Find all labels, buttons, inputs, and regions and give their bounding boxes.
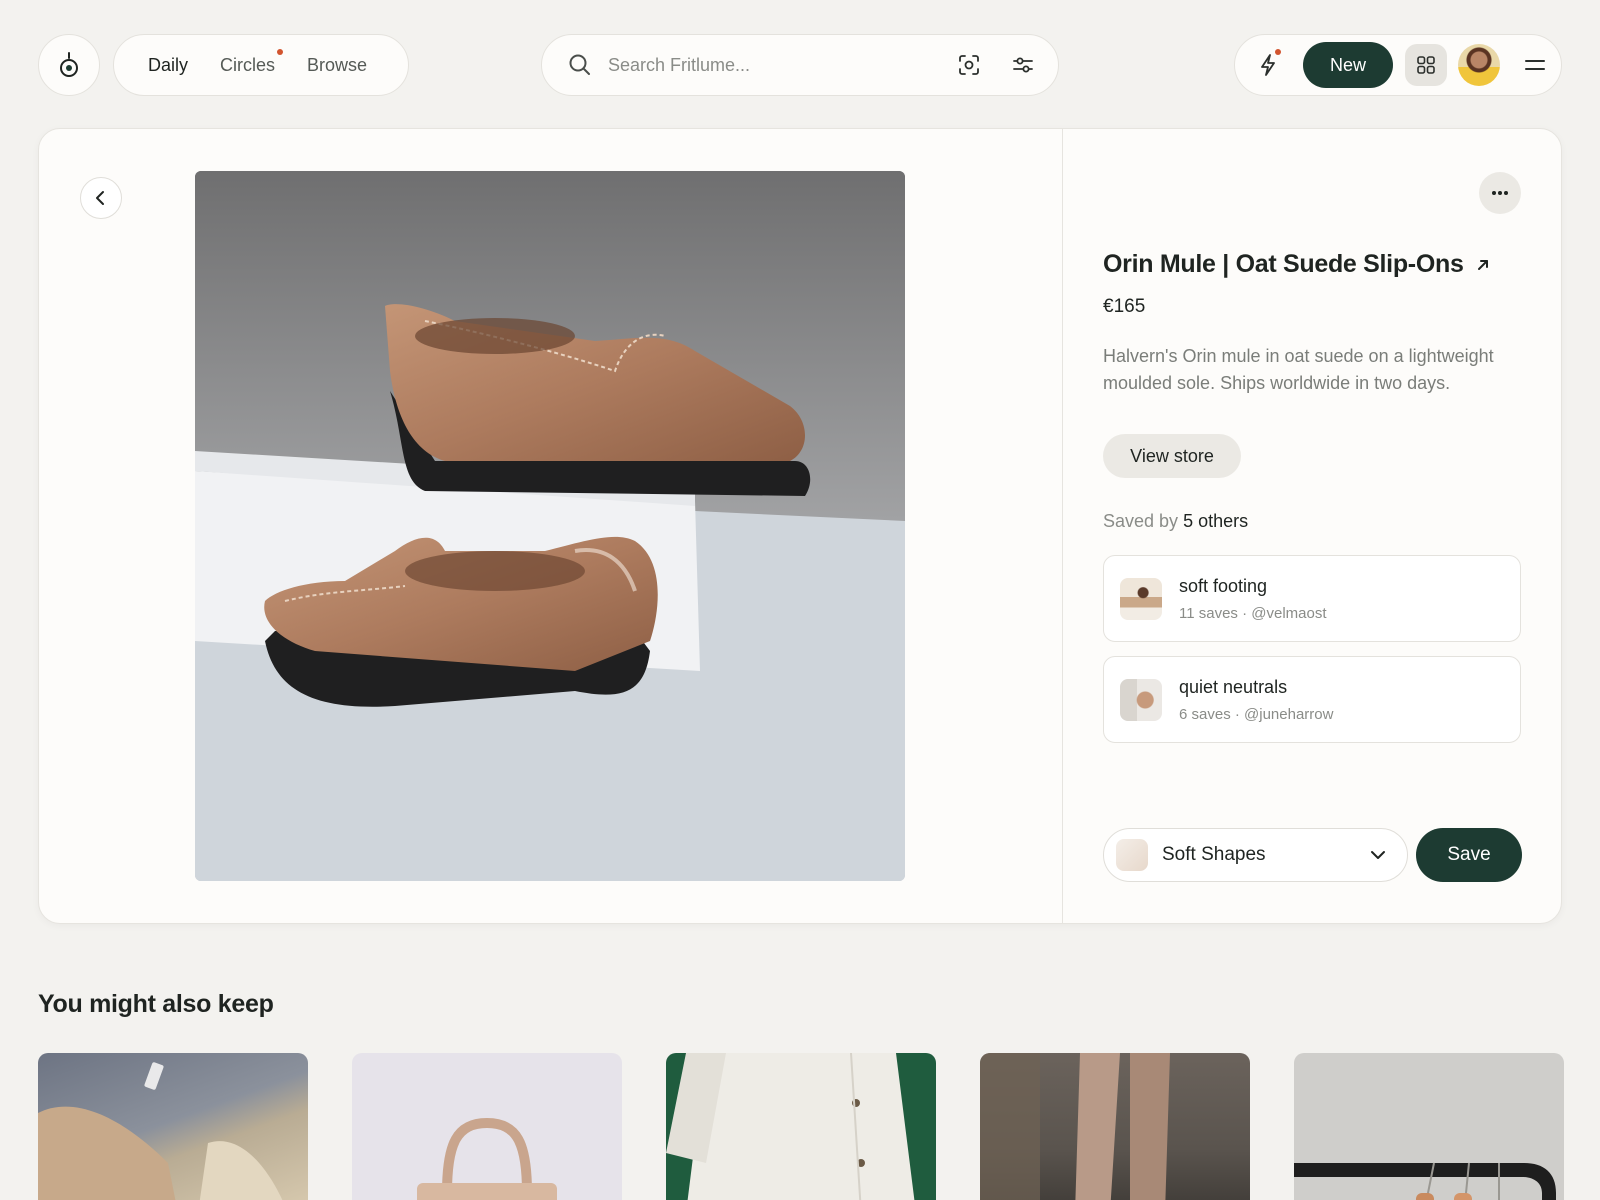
tab-browse[interactable]: Browse — [307, 55, 367, 76]
more-horizontal-icon — [1492, 191, 1508, 195]
user-avatar[interactable] — [1458, 44, 1500, 86]
search-bar — [541, 34, 1059, 96]
save-button[interactable]: Save — [1416, 828, 1522, 882]
board-card[interactable]: quiet neutrals 6 saves · @juneharrow — [1103, 656, 1521, 743]
logo-button[interactable] — [38, 34, 100, 96]
product-image — [195, 171, 905, 881]
filter-icon — [1013, 57, 1033, 73]
product-description: Halvern's Orin mule in oat suede on a li… — [1103, 346, 1494, 393]
visual-search-button[interactable] — [954, 50, 984, 80]
view-store-button[interactable]: View store — [1103, 434, 1241, 478]
card-divider — [1062, 128, 1063, 924]
board-select-value: Soft Shapes — [1162, 844, 1266, 865]
chevron-left-icon — [96, 191, 104, 205]
board-thumbnail — [1120, 678, 1162, 721]
logo-icon — [60, 52, 78, 77]
recommendation-card[interactable] — [666, 1053, 936, 1200]
header-actions: New — [1234, 34, 1562, 96]
saved-by-count[interactable]: 5 others — [1183, 511, 1248, 531]
board-thumbnail — [1120, 577, 1162, 620]
board-select-thumbnail — [1116, 839, 1148, 871]
saved-by-prefix: Saved by — [1103, 511, 1179, 531]
product-title[interactable]: Orin Mule | Oat Suede Slip-Ons — [1103, 250, 1490, 279]
menu-button[interactable] — [1520, 50, 1550, 80]
tab-daily[interactable]: Daily — [148, 55, 188, 76]
filter-button[interactable] — [1008, 50, 1038, 80]
recommendation-image — [980, 1053, 1170, 1200]
board-select[interactable]: Soft Shapes — [1103, 828, 1408, 882]
saved-by: Saved by 5 others — [1103, 511, 1248, 532]
board-meta: 6 saves · @juneharrow — [1179, 705, 1334, 723]
search-input[interactable] — [608, 54, 930, 76]
product-title-text: Orin Mule | Oat Suede Slip-Ons — [1103, 250, 1464, 278]
visual-search-icon — [959, 55, 979, 75]
chevron-down-icon — [1363, 840, 1393, 870]
recommendation-image — [417, 1117, 557, 1200]
board-info: quiet neutrals 6 saves · @juneharrow — [1179, 677, 1333, 723]
bolt-icon — [1261, 54, 1275, 76]
board-card[interactable]: soft footing 11 saves · @velmaost — [1103, 555, 1521, 642]
back-button[interactable] — [80, 177, 122, 219]
recommendation-image — [666, 1053, 915, 1200]
new-button[interactable]: New — [1303, 42, 1393, 88]
product-photo-illustration — [195, 171, 905, 881]
notification-dot — [277, 48, 284, 55]
main-nav: Daily Circles Browse — [113, 34, 409, 96]
recommendations-title: You might also keep — [38, 990, 274, 1018]
recommendation-card[interactable] — [1294, 1053, 1564, 1200]
apps-button[interactable] — [1405, 44, 1447, 86]
search-icon — [569, 54, 590, 75]
board-meta: 11 saves · @velmaost — [1179, 604, 1327, 622]
board-info: soft footing 11 saves · @velmaost — [1179, 576, 1327, 622]
recommendation-card[interactable] — [980, 1053, 1250, 1200]
tab-circles-label: Circles — [220, 54, 276, 75]
notification-dot — [1275, 49, 1281, 55]
recommendation-image — [1294, 1162, 1556, 1200]
apps-grid-icon — [1417, 56, 1435, 74]
recommendation-card[interactable] — [352, 1053, 622, 1200]
activity-button[interactable] — [1253, 49, 1283, 80]
board-name: soft footing — [1179, 575, 1268, 596]
recommendation-image — [38, 1062, 283, 1200]
tab-circles[interactable]: Circles — [220, 48, 284, 76]
more-options-button[interactable] — [1479, 172, 1521, 214]
recommendation-card[interactable] — [38, 1053, 308, 1200]
menu-icon — [1525, 60, 1545, 70]
external-link-icon — [1478, 260, 1489, 271]
board-name: quiet neutrals — [1179, 676, 1288, 697]
product-price: €165 — [1103, 296, 1146, 317]
